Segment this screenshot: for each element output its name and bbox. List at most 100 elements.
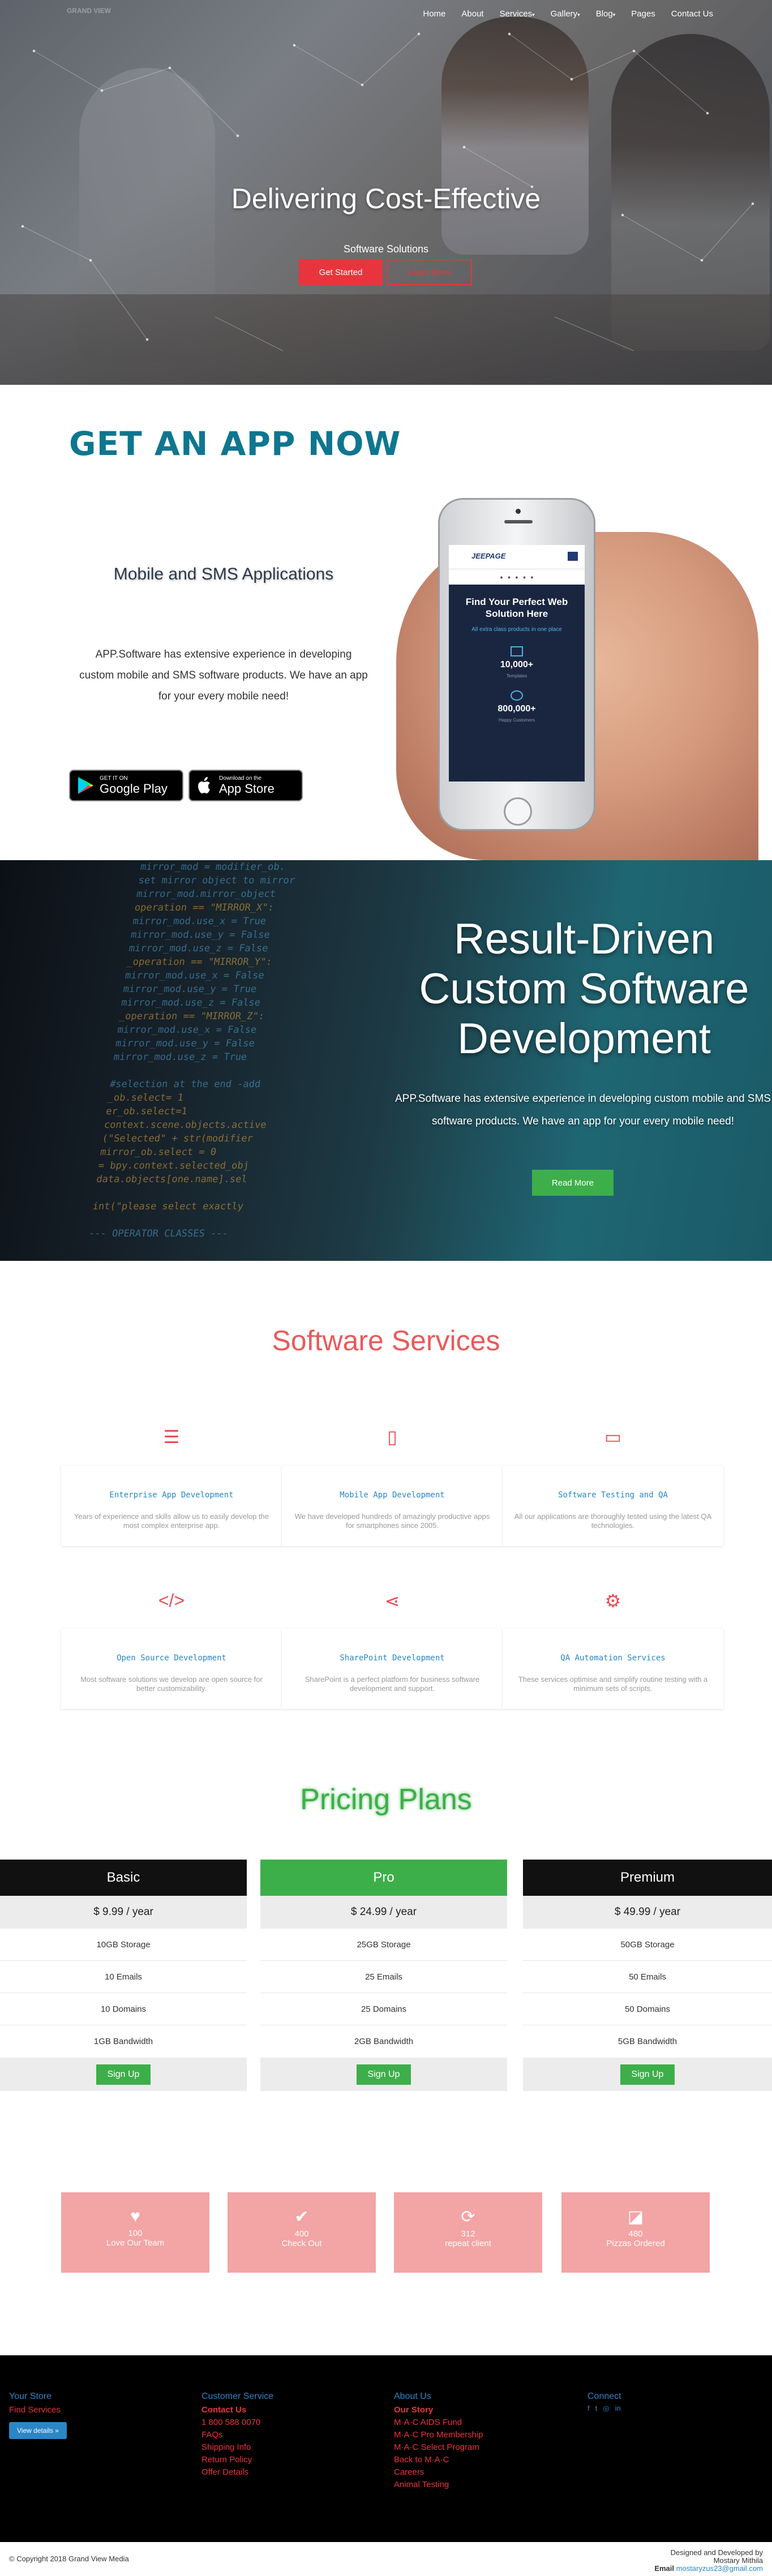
read-more-button[interactable]: Read More <box>532 1170 614 1196</box>
footer-col-about: About Us Our Story M·A·C AIDS Fund M·A·C… <box>394 2392 483 2491</box>
heart-icon: ♥ <box>130 2207 140 2226</box>
service-card-sharepoint[interactable]: SharePoint Development SharePoint is a p… <box>282 1629 503 1709</box>
service-card-enterprise[interactable]: Enterprise App Development Years of expe… <box>61 1466 282 1546</box>
footer-col-connect: Connect f t ◎ in <box>587 2392 621 2413</box>
nav-item-services[interactable]: Services▾ <box>500 9 535 19</box>
footer-link[interactable]: Animal Testing <box>394 2479 483 2491</box>
footer-link[interactable]: Return Policy <box>201 2454 273 2466</box>
instagram-icon[interactable]: ◎ <box>603 2404 609 2413</box>
server-stack-icon: ☰ <box>163 1427 180 1447</box>
footer-link[interactable]: M·A·C AIDS Fund <box>394 2416 483 2429</box>
footer-link[interactable]: M·A·C Pro Membership <box>394 2429 483 2441</box>
monitor-icon: ▭ <box>604 1427 622 1447</box>
gear-icon: ⚙ <box>604 1591 621 1611</box>
nav-item-contact[interactable]: Contact Us <box>671 9 713 19</box>
template-icon <box>511 646 523 656</box>
email-link[interactable]: mostaryzus23@gmail.com <box>676 2564 763 2573</box>
footer-link[interactable]: Shipping Info <box>201 2441 273 2454</box>
footer-link[interactable]: Our Story <box>394 2404 483 2416</box>
mobile-phone-icon: ▯ <box>387 1427 397 1447</box>
facebook-icon[interactable]: f <box>587 2404 590 2413</box>
hamburger-icon <box>568 552 578 561</box>
top-navigation: GRAND VIEW Home About Services▾ Gallery▾… <box>0 0 772 28</box>
phone-stat-customers: 800,000+ Happy Customers <box>449 690 585 724</box>
phone-headline: Find Your Perfect Web Solution Here <box>465 596 568 619</box>
footer-link[interactable]: Careers <box>394 2466 483 2479</box>
footer-link[interactable]: M·A·C Select Program <box>394 2441 483 2454</box>
plan-feature: 25GB Storage <box>260 1929 507 1961</box>
plan-feature: 50 Domains <box>523 1993 772 2025</box>
plan-price: $ 9.99 / year <box>0 1896 247 1929</box>
plan-feature: 50GB Storage <box>523 1929 772 1961</box>
app-store-button[interactable]: Download on the App Store <box>188 770 303 801</box>
share-icon: ⋖ <box>384 1591 400 1611</box>
result-driven-section: mirror_mod = modifier_ob. set mirror obj… <box>0 860 772 1261</box>
google-play-button[interactable]: GET IT ON Google Play <box>69 770 183 801</box>
site-logo[interactable]: GRAND VIEW <box>67 7 118 22</box>
user-icon <box>511 690 523 701</box>
plan-feature: 10GB Storage <box>0 1929 247 1961</box>
nav-item-home[interactable]: Home <box>423 9 445 19</box>
footer-link[interactable]: Offer Details <box>201 2466 273 2479</box>
developer-credit: Designed and Developed by Mostary Mithil… <box>654 2548 763 2573</box>
plan-basic: Basic $ 9.99 / year 10GB Storage 10 Emai… <box>0 1860 247 2094</box>
smartphone: JEEPAGE ● ● ● ● ● Find Your Perfect Web Solu… <box>438 498 595 831</box>
nav-item-blog[interactable]: Blog▾ <box>596 9 616 19</box>
plan-name: Basic <box>0 1860 247 1896</box>
service-card-testing[interactable]: Software Testing and QA All our applicat… <box>503 1466 723 1546</box>
footer-link[interactable]: Back to M·A·C <box>394 2454 483 2466</box>
hero-title: Delivering Cost-Effective <box>231 183 541 214</box>
phone-home-button <box>504 797 532 826</box>
footer-link[interactable]: Find Services <box>9 2404 67 2416</box>
phone-subtext: All extra class products in one place <box>471 626 562 633</box>
plan-name: Premium <box>523 1860 772 1896</box>
service-card-qa-automation[interactable]: QA Automation Services These services op… <box>503 1629 723 1709</box>
stat-pizzas: ◪ 480 Pizzas Ordered <box>561 2192 710 2273</box>
pizza-icon: ◪ <box>627 2208 644 2226</box>
plan-pro: Pro $ 24.99 / year 25GB Storage 25 Email… <box>260 1860 507 2094</box>
footer-col-customer-service: Customer Service Contact Us 1 800 588 00… <box>201 2392 273 2479</box>
footer-link[interactable]: Contact Us <box>201 2404 273 2416</box>
apple-icon <box>198 777 210 793</box>
app-section-description: APP.Software has extensive experience in… <box>79 649 368 702</box>
plan-feature: 1GB Bandwidth <box>93 2037 153 2046</box>
plan-name: Pro <box>260 1860 507 1896</box>
footer-link[interactable]: 1 800 588 0070 <box>201 2416 273 2429</box>
sign-up-button[interactable]: Sign Up <box>96 2064 151 2085</box>
phone-brand: JEEPAGE <box>471 552 506 560</box>
phone-in-hand-image: JEEPAGE ● ● ● ● ● Find Your Perfect Web Solu… <box>396 498 772 860</box>
phone-screen: JEEPAGE ● ● ● ● ● Find Your Perfect Web Solu… <box>449 545 585 782</box>
sign-up-button[interactable]: Sign Up <box>620 2064 675 2085</box>
plan-price: $ 49.99 / year <box>523 1896 772 1929</box>
service-card-open-source[interactable]: Open Source Development Most software so… <box>61 1629 282 1709</box>
stat-check-out: ✔ 400 Check Out <box>228 2192 376 2273</box>
plan-feature: 25 Domains <box>260 1993 507 2025</box>
stat-love-team: ♥ 100 Love Our Team <box>61 2192 209 2273</box>
hero-section: GRAND VIEW Home About Services▾ Gallery▾… <box>0 0 772 385</box>
app-section-title: GET AN APP NOW <box>69 424 401 463</box>
sign-up-button[interactable]: Sign Up <box>356 2064 411 2085</box>
plan-feature: 5GB Bandwidth <box>617 2037 677 2046</box>
learn-more-button[interactable]: Learn More <box>387 259 472 285</box>
nav-menu: Home About Services▾ Gallery▾ Blog▾ Page… <box>423 9 713 19</box>
chevron-down-icon: ▾ <box>612 12 616 18</box>
plan-price: $ 24.99 / year <box>260 1896 507 1929</box>
footer-link[interactable]: FAQs <box>201 2429 273 2441</box>
stat-repeat-client: ⟳ 312 repeat client <box>394 2192 542 2273</box>
twitter-icon[interactable]: t <box>595 2404 598 2413</box>
services-title: Software Services <box>272 1325 500 1356</box>
chevron-down-icon: ▾ <box>577 12 580 18</box>
plan-feature: 10 Emails <box>0 1961 247 1993</box>
nav-item-pages[interactable]: Pages <box>631 9 655 19</box>
view-details-button[interactable]: View details » <box>9 2422 67 2439</box>
google-play-icon <box>78 777 93 794</box>
check-icon: ✔ <box>294 2208 309 2226</box>
linkedin-icon[interactable]: in <box>615 2404 621 2413</box>
bottom-bar: © Copyright 2018 Grand View Media Design… <box>0 2542 772 2576</box>
service-card-mobile[interactable]: Mobile App Development We have developed… <box>282 1466 503 1546</box>
nav-item-about[interactable]: About <box>461 9 483 19</box>
plan-premium: Premium $ 49.99 / year 50GB Storage 50 E… <box>523 1860 772 2094</box>
result-title: Result-Driven Custom Software Development <box>419 915 749 1063</box>
get-started-button[interactable]: Get Started <box>299 259 383 285</box>
nav-item-gallery[interactable]: Gallery▾ <box>551 9 580 19</box>
